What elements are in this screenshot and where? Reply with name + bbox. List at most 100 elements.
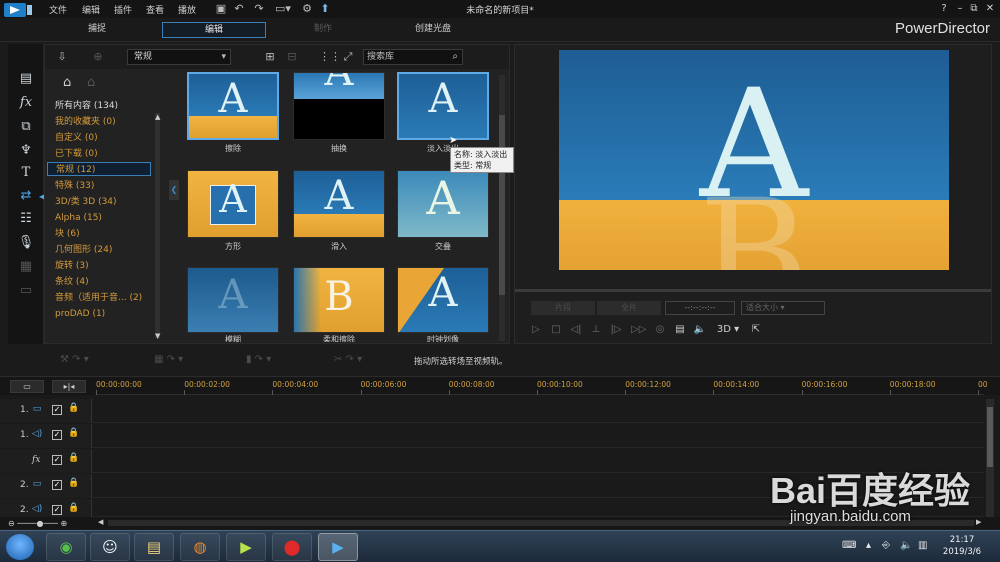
preview-scrubber[interactable] <box>515 289 991 292</box>
previous-frame-icon[interactable]: ◁| <box>569 323 583 337</box>
network-icon[interactable]: ▥ <box>918 540 927 551</box>
category-rotate[interactable]: 旋转 (3) <box>55 259 89 273</box>
category-prodad[interactable]: proDAD (1) <box>55 307 105 321</box>
split-icon[interactable]: ⊥ <box>589 323 603 337</box>
track-enable-checkbox[interactable]: ✓ <box>52 480 62 490</box>
category-scrollbar[interactable] <box>155 113 160 339</box>
subtitle-room-icon[interactable]: ▭ <box>16 282 36 300</box>
menu-play[interactable]: 播放 <box>178 3 196 16</box>
pip-room-icon[interactable]: ⧉ <box>16 118 36 136</box>
thumbnail-scrollbar[interactable] <box>499 75 505 341</box>
fit-timeline-button[interactable]: ▸|◂ <box>52 380 86 393</box>
category-favorites[interactable]: 我的收藏夹 (0) <box>55 115 116 129</box>
category-custom[interactable]: 自定义 (0) <box>55 131 98 145</box>
file-explorer-icon[interactable]: ▤ <box>134 533 174 561</box>
stop-icon[interactable]: □ <box>549 323 563 337</box>
play-icon[interactable]: ▷ <box>529 323 543 337</box>
favorite-add-icon[interactable]: ⊟ <box>285 50 299 64</box>
lock-icon[interactable]: 🔒 <box>68 428 79 438</box>
subtitles-icon[interactable]: ▤ <box>673 323 687 337</box>
redo-icon[interactable]: ↷ <box>252 2 266 16</box>
fast-forward-icon[interactable]: ▷▷ <box>631 323 646 337</box>
trim-icon[interactable]: ▦ ↷ ▾ <box>154 354 183 368</box>
usb-icon[interactable]: ⎆ <box>882 540 890 551</box>
transition-thumb-wipe[interactable]: A <box>187 72 279 140</box>
track-enable-checkbox[interactable]: ✓ <box>52 405 62 415</box>
category-3d[interactable]: 3D/类 3D (34) <box>55 195 117 209</box>
scroll-left-icon[interactable]: ◀ <box>98 518 103 526</box>
transition-thumb-overlap[interactable]: A <box>397 170 489 238</box>
transition-thumb-swap[interactable]: A <box>293 72 385 140</box>
movie-mode-button[interactable]: 全片 <box>597 301 661 315</box>
track-video-1[interactable]: 1. ▭ ✓ 🔒 <box>0 399 984 423</box>
menu-plugins[interactable]: 插件 <box>114 3 132 16</box>
media-room-icon[interactable]: ▤ <box>16 70 36 88</box>
transition-thumb-soft-wipe[interactable]: B <box>293 267 385 333</box>
download-icon[interactable]: ⊕ <box>91 50 105 64</box>
scroll-down-icon[interactable]: ▼ <box>155 332 160 340</box>
fit-size-select[interactable]: 适合大小 ▾ <box>741 301 825 315</box>
particle-room-icon[interactable]: ♆ <box>16 142 36 160</box>
category-select[interactable]: 常规 ▾ <box>127 49 231 65</box>
voice-record-icon[interactable]: 🎙 <box>16 234 36 252</box>
speed-icon[interactable]: ▮ ↷ ▾ <box>246 354 271 368</box>
add-to-timeline-icon[interactable]: ⊞ <box>263 50 277 64</box>
keyboard-icon[interactable]: ⌨ <box>842 540 856 551</box>
lock-icon[interactable]: 🔒 <box>68 478 79 488</box>
video-editor-icon[interactable]: ▶ <box>226 533 266 561</box>
volume-icon[interactable]: 🔈 <box>693 323 707 337</box>
tag-remove-icon[interactable]: ⌂ <box>87 75 95 90</box>
powerdirector-taskbar-icon[interactable]: ▶ <box>318 533 358 561</box>
screen-recorder-icon[interactable]: ⬤ <box>272 533 312 561</box>
tray-arrow-icon[interactable]: ▴ <box>866 540 871 551</box>
category-downloaded[interactable]: 已下载 (0) <box>55 147 98 161</box>
category-stripe[interactable]: 条纹 (4) <box>55 275 89 289</box>
audio-mix-room-icon[interactable]: ☷ <box>16 210 36 228</box>
transition-room-icon[interactable]: ⇄ <box>16 187 36 205</box>
undo-icon[interactable]: ↶ <box>232 2 246 16</box>
firefox-icon[interactable]: ◍ <box>180 533 220 561</box>
track-manager-button[interactable]: ▭ <box>10 380 44 393</box>
expand-icon[interactable]: ⤢ <box>341 50 355 64</box>
restore-button[interactable]: ⧉ <box>966 2 982 16</box>
category-all[interactable]: 所有内容 (134) <box>55 99 118 113</box>
transition-thumb-clock[interactable]: A <box>397 267 489 333</box>
lock-icon[interactable]: 🔒 <box>68 403 79 413</box>
clip-mode-button[interactable]: 片段 <box>531 301 595 315</box>
category-special[interactable]: 特殊 (33) <box>55 179 94 193</box>
tab-edit[interactable]: 编辑 <box>162 22 266 38</box>
system-clock[interactable]: 21:17 2019/3/6 <box>938 534 986 558</box>
scroll-up-icon[interactable]: ▲ <box>155 113 160 121</box>
menu-edit[interactable]: 编辑 <box>82 3 100 16</box>
cut-icon[interactable]: ✂ ↷ ▾ <box>334 354 362 368</box>
fx-room-icon[interactable]: fx <box>16 94 36 112</box>
timecode-display[interactable]: --:--:--:-- <box>665 301 735 315</box>
next-frame-icon[interactable]: |▷ <box>609 323 623 337</box>
lock-icon[interactable]: 🔒 <box>68 453 79 463</box>
chapter-room-icon[interactable]: ▦ <box>16 258 36 276</box>
grid-view-icon[interactable]: ⋮⋮ <box>319 50 341 64</box>
settings-gear-icon[interactable]: ⚙ <box>300 2 314 16</box>
qq-icon[interactable]: ☺ <box>90 533 130 561</box>
save-icon[interactable]: ▣ <box>214 2 228 16</box>
title-room-icon[interactable]: T <box>16 164 36 182</box>
upgrade-icon[interactable]: ⬆ <box>318 2 332 16</box>
start-button[interactable] <box>6 534 34 560</box>
category-general[interactable]: 常规 (12) <box>47 162 151 176</box>
track-enable-checkbox[interactable]: ✓ <box>52 505 62 515</box>
category-alpha[interactable]: Alpha (15) <box>55 211 102 225</box>
search-input[interactable]: 搜索库 ⌕ <box>363 49 463 65</box>
track-enable-checkbox[interactable]: ✓ <box>52 455 62 465</box>
track-audio-1[interactable]: 1. ◁) ✓ 🔒 <box>0 424 984 448</box>
tab-produce[interactable]: 制作 <box>271 22 375 38</box>
timeline-ruler[interactable]: 00:00:00:00 00:00:02:00 00:00:04:00 00:00:0… <box>96 377 988 395</box>
close-button[interactable]: ✕ <box>982 2 998 16</box>
transition-thumb-square[interactable]: A <box>187 170 279 238</box>
category-geometric[interactable]: 几何图形 (24) <box>55 243 112 257</box>
transition-thumb-blur[interactable]: A <box>187 267 279 333</box>
browser-360-icon[interactable]: ◉ <box>46 533 86 561</box>
menu-view[interactable]: 查看 <box>146 3 164 16</box>
volume-tray-icon[interactable]: 🔈 <box>900 540 912 551</box>
tab-create-disc[interactable]: 创建光盘 <box>381 22 485 38</box>
help-button[interactable]: ? <box>936 2 952 16</box>
